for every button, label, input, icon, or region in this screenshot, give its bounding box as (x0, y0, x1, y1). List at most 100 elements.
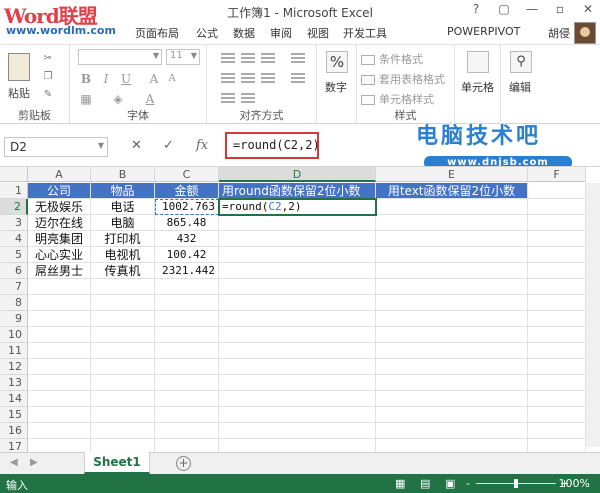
align-bottom-icon[interactable] (261, 53, 275, 65)
grid-cell[interactable] (376, 375, 528, 391)
grid-cell[interactable] (28, 423, 91, 439)
grid-cell[interactable] (219, 279, 376, 295)
minimize-icon[interactable]: — (524, 2, 540, 16)
row-header[interactable]: 15 (0, 407, 28, 423)
cell-b4[interactable]: 打印机 (91, 231, 155, 247)
grid-cell[interactable] (219, 295, 376, 311)
cell-a5[interactable]: 心心实业 (28, 247, 91, 263)
tab-data[interactable]: 数据 (233, 25, 255, 41)
grid-cell[interactable] (219, 423, 376, 439)
grid-cell[interactable] (528, 183, 586, 199)
grid-cell[interactable] (376, 311, 528, 327)
grid-cell[interactable] (28, 391, 91, 407)
row-header[interactable]: 6 (0, 263, 28, 279)
grid-cell[interactable] (155, 279, 219, 295)
tab-developer[interactable]: 开发工具 (343, 25, 387, 41)
number-label[interactable]: 数字 (325, 79, 347, 95)
tab-powerpivot[interactable]: POWERPIVOT (447, 25, 520, 38)
wrap-text-icon[interactable] (291, 53, 305, 65)
row-header[interactable]: 14 (0, 391, 28, 407)
align-top-icon[interactable] (221, 53, 235, 65)
binoculars-icon[interactable]: ⚲ (510, 51, 532, 73)
grid-cell[interactable] (28, 311, 91, 327)
column-header-a[interactable]: A (28, 167, 91, 182)
grid-cell[interactable] (91, 407, 155, 423)
grid-cell[interactable] (376, 359, 528, 375)
tab-page-layout[interactable]: 页面布局 (135, 25, 179, 41)
zoom-level[interactable]: 100% (559, 477, 590, 490)
fx-icon[interactable]: fx (196, 138, 208, 153)
grid-cell[interactable] (219, 311, 376, 327)
zoom-slider-knob[interactable] (514, 479, 518, 488)
grid-cell[interactable] (155, 295, 219, 311)
grid-cell[interactable] (528, 375, 586, 391)
row-header[interactable]: 12 (0, 359, 28, 375)
grow-font-icon[interactable]: A (146, 71, 162, 87)
grid-cell[interactable] (376, 423, 528, 439)
tab-view[interactable]: 视图 (307, 25, 329, 41)
grid-cell[interactable] (528, 359, 586, 375)
grid-cell[interactable] (91, 343, 155, 359)
grid-cell[interactable] (528, 295, 586, 311)
user-name[interactable]: 胡侵 (548, 25, 570, 41)
paste-icon[interactable] (8, 53, 30, 81)
fill-color-icon[interactable]: ◈ (110, 91, 126, 107)
copy-icon[interactable]: ❐ (42, 71, 54, 83)
bold-icon[interactable]: B (78, 71, 94, 87)
cell-a3[interactable]: 迈尔在线 (28, 215, 91, 231)
row-header[interactable]: 3 (0, 215, 28, 231)
close-icon[interactable]: ✕ (580, 2, 596, 16)
grid-cell[interactable] (376, 327, 528, 343)
cell-c1[interactable]: 金额 (155, 183, 219, 199)
grid-cell[interactable] (219, 327, 376, 343)
grid-cell[interactable] (376, 263, 528, 279)
conditional-format-button[interactable]: 条件格式 (361, 51, 423, 67)
column-header-e[interactable]: E (376, 167, 528, 182)
grid-cell[interactable] (528, 215, 586, 231)
cell-a1[interactable]: 公司 (28, 183, 91, 199)
cells-icon[interactable] (467, 51, 489, 73)
enter-icon[interactable]: ✓ (163, 138, 174, 153)
grid-cell[interactable] (91, 423, 155, 439)
grid-cell[interactable] (219, 263, 376, 279)
grid-cell[interactable] (28, 327, 91, 343)
cell-a6[interactable]: 屌丝男士 (28, 263, 91, 279)
next-sheet-icon[interactable]: ▶ (30, 457, 38, 468)
row-header[interactable]: 11 (0, 343, 28, 359)
select-all-corner[interactable] (0, 167, 28, 182)
grid-cell[interactable] (28, 375, 91, 391)
grid-cell[interactable] (528, 199, 586, 215)
grid-cell[interactable] (219, 407, 376, 423)
zoom-out-icon[interactable]: - (466, 477, 470, 490)
grid-cell[interactable] (219, 359, 376, 375)
grid-cell[interactable] (376, 199, 528, 215)
name-box[interactable]: D2 ▼ (4, 137, 108, 157)
font-size-combo[interactable]: 11 ▼ (166, 49, 200, 65)
align-right-icon[interactable] (261, 73, 275, 85)
cell-c3[interactable]: 865.48 (155, 215, 219, 231)
tab-formulas[interactable]: 公式 (196, 25, 218, 41)
increase-indent-icon[interactable] (241, 93, 255, 105)
grid-cell[interactable] (376, 295, 528, 311)
prev-sheet-icon[interactable]: ◀ (10, 457, 18, 468)
grid-cell[interactable] (155, 343, 219, 359)
restore-icon[interactable]: ▫ (552, 2, 568, 16)
row-header[interactable]: 4 (0, 231, 28, 247)
align-left-icon[interactable] (221, 73, 235, 85)
cell-styles-button[interactable]: 单元格样式 (361, 91, 434, 107)
font-name-combo[interactable]: ▼ (78, 49, 162, 65)
column-header-c[interactable]: C (155, 167, 219, 182)
merge-icon[interactable] (291, 73, 305, 85)
row-header[interactable]: 9 (0, 311, 28, 327)
grid-cell[interactable] (219, 343, 376, 359)
row-header[interactable]: 7 (0, 279, 28, 295)
grid-cell[interactable] (91, 295, 155, 311)
page-layout-view-icon[interactable]: ▤ (420, 477, 430, 490)
grid-cell[interactable] (155, 311, 219, 327)
grid-cell[interactable] (528, 391, 586, 407)
grid-cell[interactable] (91, 359, 155, 375)
cell-c5[interactable]: 100.42 (155, 247, 219, 263)
row-header[interactable]: 10 (0, 327, 28, 343)
grid-cell[interactable] (528, 423, 586, 439)
italic-icon[interactable]: I (98, 71, 114, 87)
